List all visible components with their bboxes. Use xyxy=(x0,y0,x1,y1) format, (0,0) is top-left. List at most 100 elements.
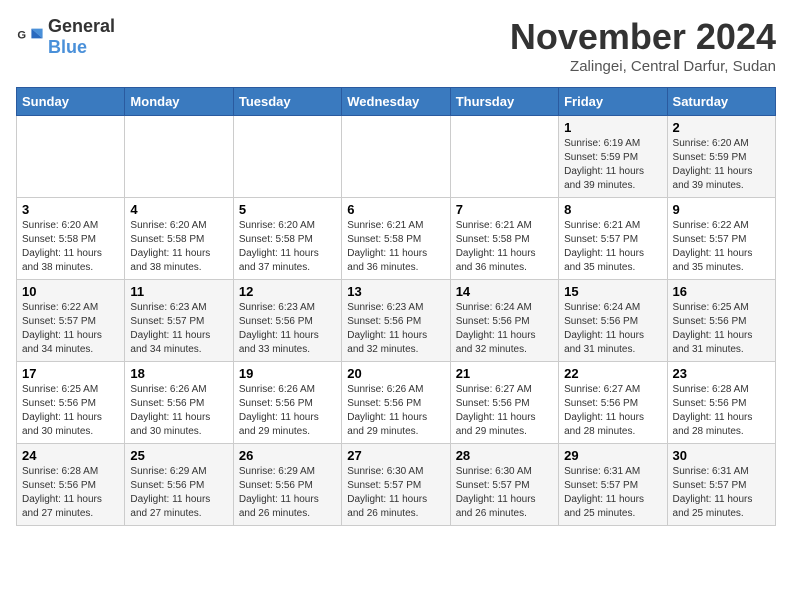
day-number: 27 xyxy=(347,448,444,463)
day-info: Sunrise: 6:22 AM Sunset: 5:57 PM Dayligh… xyxy=(22,301,119,357)
calendar-cell xyxy=(17,116,125,198)
day-number: 21 xyxy=(456,366,553,381)
title-area: November 2024 Zalingei, Central Darfur, … xyxy=(510,16,776,75)
calendar-week-5: 24 Sunrise: 6:28 AM Sunset: 5:56 PM Dayli… xyxy=(17,444,776,526)
day-number: 28 xyxy=(456,448,553,463)
calendar-cell: 12 Sunrise: 6:23 AM Sunset: 5:56 PM Dayli… xyxy=(233,280,341,362)
day-info: Sunrise: 6:26 AM Sunset: 5:56 PM Dayligh… xyxy=(239,383,336,439)
calendar-cell: 25Sunrise: 6:29 AM Sunset: 5:56 PM Dayli… xyxy=(125,444,233,526)
day-number: 23 xyxy=(673,366,770,381)
calendar-cell: 20 Sunrise: 6:26 AM Sunset: 5:56 PM Dayli… xyxy=(342,362,450,444)
day-info: Sunrise: 6:21 AM Sunset: 5:57 PM Dayligh… xyxy=(564,219,661,275)
logo-text: General Blue xyxy=(48,16,115,58)
calendar-week-3: 10Sunrise: 6:22 AM Sunset: 5:57 PM Dayli… xyxy=(17,280,776,362)
calendar-cell xyxy=(342,116,450,198)
day-info: Sunrise: 6:27 AM Sunset: 5:56 PM Dayligh… xyxy=(456,383,553,439)
day-number: 12 xyxy=(239,284,336,299)
day-info: Sunrise: 6:21 AM Sunset: 5:58 PM Dayligh… xyxy=(456,219,553,275)
header: G General Blue November 2024 Zalingei, C… xyxy=(16,16,776,75)
day-info: Sunrise: 6:20 AM Sunset: 5:58 PM Dayligh… xyxy=(239,219,336,275)
day-info: Sunrise: 6:19 AM Sunset: 5:59 PM Dayligh… xyxy=(564,137,661,193)
calendar-cell: 29 Sunrise: 6:31 AM Sunset: 5:57 PM Dayli… xyxy=(559,444,667,526)
calendar-cell: 14 Sunrise: 6:24 AM Sunset: 5:56 PM Dayli… xyxy=(450,280,558,362)
calendar-table: Sunday Monday Tuesday Wednesday Thursday… xyxy=(16,87,776,526)
location-title: Zalingei, Central Darfur, Sudan xyxy=(510,58,776,75)
calendar-cell: 6 Sunrise: 6:21 AM Sunset: 5:58 PM Daylig… xyxy=(342,198,450,280)
day-info: Sunrise: 6:27 AM Sunset: 5:56 PM Dayligh… xyxy=(564,383,661,439)
day-number: 24 xyxy=(22,448,119,463)
day-info: Sunrise: 6:30 AM Sunset: 5:57 PM Dayligh… xyxy=(456,465,553,521)
day-number: 2 xyxy=(673,120,770,135)
day-number: 9 xyxy=(673,202,770,217)
header-saturday: Saturday xyxy=(667,88,775,116)
calendar-cell: 13 Sunrise: 6:23 AM Sunset: 5:56 PM Dayli… xyxy=(342,280,450,362)
calendar-cell xyxy=(450,116,558,198)
calendar-cell xyxy=(233,116,341,198)
day-info: Sunrise: 6:26 AM Sunset: 5:56 PM Dayligh… xyxy=(130,383,227,439)
day-info: Sunrise: 6:20 AM Sunset: 5:58 PM Dayligh… xyxy=(130,219,227,275)
day-number: 3 xyxy=(22,202,119,217)
calendar-cell: 2 Sunrise: 6:20 AM Sunset: 5:59 PM Daylig… xyxy=(667,116,775,198)
calendar-cell: 10Sunrise: 6:22 AM Sunset: 5:57 PM Dayli… xyxy=(17,280,125,362)
header-monday: Monday xyxy=(125,88,233,116)
logo-icon: G xyxy=(16,23,44,51)
calendar-week-1: 1Sunrise: 6:19 AM Sunset: 5:59 PM Daylig… xyxy=(17,116,776,198)
day-number: 14 xyxy=(456,284,553,299)
calendar-week-4: 17Sunrise: 6:25 AM Sunset: 5:56 PM Dayli… xyxy=(17,362,776,444)
day-info: Sunrise: 6:31 AM Sunset: 5:57 PM Dayligh… xyxy=(564,465,661,521)
day-info: Sunrise: 6:20 AM Sunset: 5:59 PM Dayligh… xyxy=(673,137,770,193)
day-info: Sunrise: 6:31 AM Sunset: 5:57 PM Dayligh… xyxy=(673,465,770,521)
header-thursday: Thursday xyxy=(450,88,558,116)
day-info: Sunrise: 6:29 AM Sunset: 5:56 PM Dayligh… xyxy=(130,465,227,521)
header-friday: Friday xyxy=(559,88,667,116)
calendar-cell: 18 Sunrise: 6:26 AM Sunset: 5:56 PM Dayli… xyxy=(125,362,233,444)
day-number: 26 xyxy=(239,448,336,463)
calendar-cell: 21 Sunrise: 6:27 AM Sunset: 5:56 PM Dayli… xyxy=(450,362,558,444)
calendar-cell: 3 Sunrise: 6:20 AM Sunset: 5:58 PM Daylig… xyxy=(17,198,125,280)
day-number: 5 xyxy=(239,202,336,217)
calendar-cell: 4Sunrise: 6:20 AM Sunset: 5:58 PM Daylig… xyxy=(125,198,233,280)
day-info: Sunrise: 6:24 AM Sunset: 5:56 PM Dayligh… xyxy=(456,301,553,357)
day-info: Sunrise: 6:20 AM Sunset: 5:58 PM Dayligh… xyxy=(22,219,119,275)
day-info: Sunrise: 6:24 AM Sunset: 5:56 PM Dayligh… xyxy=(564,301,661,357)
calendar-cell: 1Sunrise: 6:19 AM Sunset: 5:59 PM Daylig… xyxy=(559,116,667,198)
day-info: Sunrise: 6:28 AM Sunset: 5:56 PM Dayligh… xyxy=(673,383,770,439)
day-info: Sunrise: 6:25 AM Sunset: 5:56 PM Dayligh… xyxy=(22,383,119,439)
day-info: Sunrise: 6:21 AM Sunset: 5:58 PM Dayligh… xyxy=(347,219,444,275)
calendar-cell: 28 Sunrise: 6:30 AM Sunset: 5:57 PM Dayli… xyxy=(450,444,558,526)
day-number: 11 xyxy=(130,284,227,299)
calendar-cell: 26Sunrise: 6:29 AM Sunset: 5:56 PM Dayli… xyxy=(233,444,341,526)
day-number: 16 xyxy=(673,284,770,299)
calendar-cell: 9Sunrise: 6:22 AM Sunset: 5:57 PM Daylig… xyxy=(667,198,775,280)
svg-text:G: G xyxy=(17,29,26,41)
calendar-cell: 24 Sunrise: 6:28 AM Sunset: 5:56 PM Dayli… xyxy=(17,444,125,526)
day-info: Sunrise: 6:25 AM Sunset: 5:56 PM Dayligh… xyxy=(673,301,770,357)
day-info: Sunrise: 6:23 AM Sunset: 5:56 PM Dayligh… xyxy=(347,301,444,357)
day-info: Sunrise: 6:30 AM Sunset: 5:57 PM Dayligh… xyxy=(347,465,444,521)
day-number: 30 xyxy=(673,448,770,463)
day-info: Sunrise: 6:23 AM Sunset: 5:56 PM Dayligh… xyxy=(239,301,336,357)
header-sunday: Sunday xyxy=(17,88,125,116)
calendar-cell: 5 Sunrise: 6:20 AM Sunset: 5:58 PM Daylig… xyxy=(233,198,341,280)
calendar-cell: 16 Sunrise: 6:25 AM Sunset: 5:56 PM Dayli… xyxy=(667,280,775,362)
day-info: Sunrise: 6:28 AM Sunset: 5:56 PM Dayligh… xyxy=(22,465,119,521)
day-info: Sunrise: 6:26 AM Sunset: 5:56 PM Dayligh… xyxy=(347,383,444,439)
calendar-cell: 15 Sunrise: 6:24 AM Sunset: 5:56 PM Dayli… xyxy=(559,280,667,362)
day-info: Sunrise: 6:23 AM Sunset: 5:57 PM Dayligh… xyxy=(130,301,227,357)
day-number: 29 xyxy=(564,448,661,463)
calendar-cell: 17Sunrise: 6:25 AM Sunset: 5:56 PM Dayli… xyxy=(17,362,125,444)
calendar-cell: 19Sunrise: 6:26 AM Sunset: 5:56 PM Dayli… xyxy=(233,362,341,444)
day-number: 18 xyxy=(130,366,227,381)
month-title: November 2024 xyxy=(510,16,776,58)
logo-general: General xyxy=(48,16,115,36)
calendar-cell: 8Sunrise: 6:21 AM Sunset: 5:57 PM Daylig… xyxy=(559,198,667,280)
logo-blue: Blue xyxy=(48,37,87,57)
logo: G General Blue xyxy=(16,16,115,58)
calendar-cell: 11 Sunrise: 6:23 AM Sunset: 5:57 PM Dayli… xyxy=(125,280,233,362)
calendar-header-row: Sunday Monday Tuesday Wednesday Thursday… xyxy=(17,88,776,116)
day-number: 20 xyxy=(347,366,444,381)
day-number: 6 xyxy=(347,202,444,217)
day-number: 13 xyxy=(347,284,444,299)
day-number: 15 xyxy=(564,284,661,299)
calendar-cell: 27 Sunrise: 6:30 AM Sunset: 5:57 PM Dayli… xyxy=(342,444,450,526)
